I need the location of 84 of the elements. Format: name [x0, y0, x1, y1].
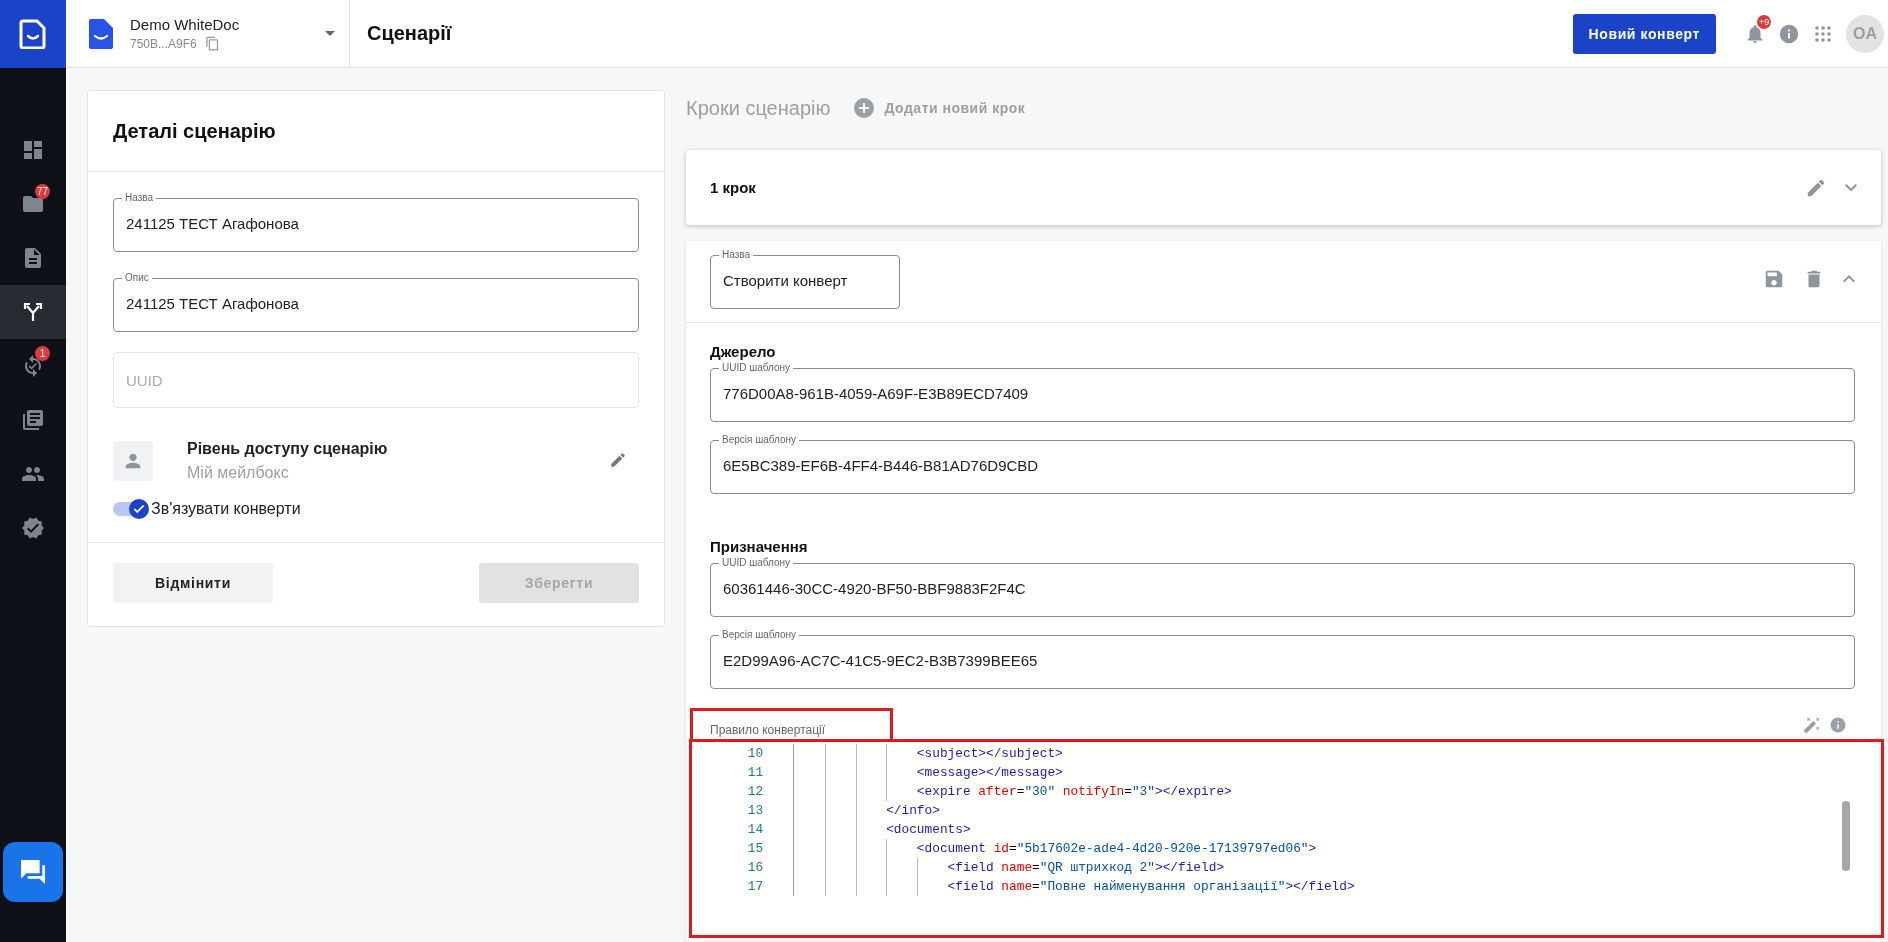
chevron-up-icon [1843, 275, 1855, 283]
line-number: 13 [710, 801, 794, 820]
input-field[interactable]: UUID [126, 371, 625, 389]
input-field[interactable]: 6E5BC389-EF6B-4FF4-B446-B81AD76D9CBD [723, 457, 1841, 474]
line-number: 15 [710, 839, 794, 858]
line-number: 10 [710, 744, 794, 763]
code-line: <subject></subject> [794, 744, 1063, 763]
code-line: <message></message> [794, 763, 1063, 782]
document-logo-icon [88, 17, 114, 50]
access-value: Мій мейлбокс [187, 464, 290, 482]
code-line: <documents> [794, 820, 971, 839]
section-heading: Призначення [710, 538, 809, 555]
text-field[interactable]: Опис 241125 ТЕСТ Агафонова [113, 272, 639, 332]
text-field[interactable]: UUID шаблону 776D00A8-961B-4059-A69F-E3B89ECD7409 [710, 362, 1855, 422]
section-heading: Джерело [710, 343, 777, 360]
magic-wand-icon [1803, 716, 1821, 734]
cancel-button[interactable]: Відмінити [113, 563, 273, 603]
workspace-name: Demo WhiteDoc [130, 16, 241, 33]
notifications-button[interactable]: +9 [1738, 13, 1772, 54]
line-number: 16 [710, 858, 794, 877]
field-label: UUID шаблону [721, 557, 792, 569]
line-number: 12 [710, 782, 794, 801]
code-line: <expire after="30" notifyIn="3"></expire> [794, 782, 1232, 801]
sidebar-item[interactable]: 77 [0, 177, 66, 231]
page-title: Сценарії [367, 22, 452, 45]
copy-icon [204, 36, 220, 51]
section-title: Кроки сценарію [686, 96, 831, 120]
field-label: Версія шаблону [721, 434, 798, 446]
workspace-id: 750B...A9F6 [130, 36, 197, 51]
dashboard-icon [21, 138, 45, 162]
input-field[interactable]: 776D00A8-961B-4059-A69F-E3B89ECD7409 [723, 385, 1841, 402]
chat-button[interactable] [3, 842, 63, 902]
code-line: </info> [794, 801, 940, 820]
input-field[interactable]: 241125 ТЕСТ Агафонова [126, 295, 625, 312]
field-label: Опис [124, 272, 150, 284]
expand-button[interactable] [1843, 275, 1855, 283]
apps-grid-icon [1815, 25, 1831, 42]
field-label: UUID шаблону [721, 362, 792, 374]
field-label: Назва [721, 249, 752, 261]
check-icon [132, 502, 146, 516]
new-envelope-button[interactable]: Новий конверт [1572, 13, 1716, 54]
toggle-switch[interactable] [113, 498, 149, 520]
input-field[interactable]: Створити конверт [723, 272, 886, 289]
badge-icon [21, 516, 45, 540]
sidebar-item[interactable] [0, 285, 66, 339]
text-field[interactable]: UUID [113, 352, 639, 408]
text-field[interactable]: Версія шаблону E2D99A96-AC7C-41C5-9EC2-B3B7399BEE65 [710, 629, 1855, 689]
pencil-icon [609, 450, 627, 469]
expand-button[interactable] [1845, 183, 1857, 192]
caret-icon [325, 31, 335, 36]
input-field[interactable]: 60361446-30CC-4920-BF50-BBF9883F2F4C [723, 580, 1841, 597]
info-icon [1778, 22, 1800, 45]
logo[interactable] [0, 0, 66, 68]
text-field[interactable]: Назва Створити конверт [710, 249, 900, 309]
line-number: 11 [710, 763, 794, 782]
field-label: Назва [124, 192, 155, 204]
card-title: Деталі сценарію [113, 119, 276, 143]
code-line: <field name="Повне найменування організації"></field> [794, 877, 1355, 896]
info-icon [1829, 716, 1847, 734]
step-card[interactable]: 1 крок [686, 150, 1881, 225]
fork-icon [21, 300, 45, 324]
step-title: 1 крок [710, 179, 757, 196]
access-title: Рівень доступу сценарію [187, 440, 389, 458]
sidebar-item[interactable]: 1 [0, 339, 66, 393]
input-field[interactable]: 241125 ТЕСТ Агафонова [126, 215, 625, 232]
input-field[interactable]: E2D99A96-AC7C-41C5-9EC2-B3B7399BEE65 [723, 652, 1841, 669]
code-line: <document id="5b17602e-ade4-4d20-920e-17139797ed06"> [794, 839, 1317, 858]
field-label: Правило конвертації [710, 723, 826, 737]
notification-badge: +9 [1757, 14, 1772, 29]
chevron-down-icon [1845, 183, 1857, 192]
text-field[interactable]: UUID шаблону 60361446-30CC-4920-BF50-BBF9883F2F4C [710, 557, 1855, 617]
scrollbar[interactable] [1842, 801, 1850, 871]
line-number: 17 [710, 877, 794, 896]
code-line: <field name="QR штрихкод 2"></field> [794, 858, 1225, 877]
toggle-label: Зв'язувати конверти [151, 500, 301, 518]
count-badge: 1 [35, 346, 50, 361]
text-field[interactable]: Назва 241125 ТЕСТ Агафонова [113, 192, 639, 252]
text-field[interactable]: Версія шаблону 6E5BC389-EF6B-4FF4-B446-B81AD76D9CBD [710, 434, 1855, 494]
field-label: Версія шаблону [721, 629, 798, 641]
line-number: 14 [710, 820, 794, 839]
save-button[interactable] [1763, 268, 1785, 290]
library-icon [21, 408, 45, 432]
count-badge: 77 [35, 184, 50, 199]
document-logo-icon [19, 19, 47, 49]
